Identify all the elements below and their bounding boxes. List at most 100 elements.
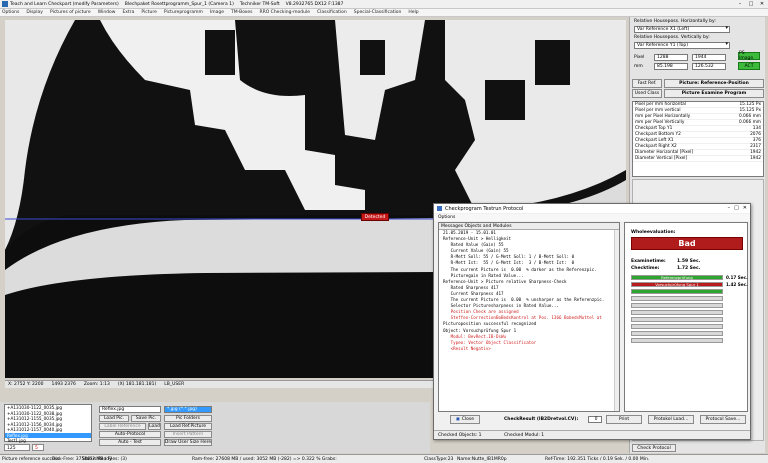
menu-item[interactable]: RRO Checking-module xyxy=(259,10,310,15)
maximize-icon[interactable]: □ xyxy=(747,1,755,7)
close-icon[interactable]: ✕ xyxy=(758,1,766,7)
property-key: mm per Pixel Vertically xyxy=(635,120,685,125)
module-time: 0.17 Sec. xyxy=(726,274,748,280)
check-result-value: 0 xyxy=(588,416,602,423)
close-button[interactable]: ◼ Close xyxy=(450,415,480,424)
print-button[interactable]: Print xyxy=(606,415,642,424)
label-reference-button[interactable]: Label Reference xyxy=(99,423,146,430)
dialog-status: Checked Objects: 1 Checked Modul: 1 xyxy=(434,430,750,439)
log-scrollbar[interactable] xyxy=(614,230,619,411)
message-log[interactable]: Messages Objects and Modules 21.05.2019 … xyxy=(438,222,620,412)
menu-item[interactable]: Options xyxy=(2,10,19,15)
vertical-ref-select[interactable]: Var Reference Y1 (Top) xyxy=(634,42,730,49)
load-ref-picture-button[interactable]: Load Ref.Picture xyxy=(164,423,212,430)
status-ready: Status:Ready xyxy=(82,456,112,462)
protocol-load-button[interactable]: Protokol Load... xyxy=(648,415,694,424)
title-segment: Teach and Learn Checkpart (modify Parame… xyxy=(10,1,119,7)
file-index: 5 xyxy=(32,444,44,451)
protocol-save-button[interactable]: Protocol Save... xyxy=(700,415,746,424)
close-button-label: Close xyxy=(461,417,474,422)
checked-modules: Checked Modul: 1 xyxy=(504,432,545,438)
image-coords: X: 2752 Y: 2200 xyxy=(8,382,44,387)
property-value: 134 xyxy=(752,126,761,131)
property-key: Checkpart Right X2 xyxy=(635,144,677,149)
y2-field[interactable]: 126.532 xyxy=(692,63,726,70)
module-bar xyxy=(631,289,723,294)
checked-objects: Checked Objects: 1 xyxy=(438,432,482,438)
menu-item[interactable]: Display xyxy=(26,10,43,15)
module-bar xyxy=(631,331,723,336)
menu-item[interactable]: Picture xyxy=(141,10,156,15)
menu-item[interactable]: Classification xyxy=(317,10,347,15)
x1-field[interactable]: 1288 xyxy=(654,54,688,61)
menu-item[interactable]: Window xyxy=(98,10,116,15)
property-key: Checkpart Top Y1 xyxy=(635,126,673,131)
close-icon[interactable]: ✕ xyxy=(743,205,747,211)
menu-item[interactable]: TM-Boxes xyxy=(231,10,252,15)
draw-user-size-button[interactable]: Draw User Size Here xyxy=(164,439,212,446)
file-count: 125 xyxy=(4,444,30,451)
dialog-menu-options[interactable]: Options xyxy=(434,214,750,221)
image-zoom: Zoom: 1:13 xyxy=(83,382,110,387)
insert-pattern-button[interactable]: Insert Pattern xyxy=(164,431,212,438)
property-key: Pixel per mm vertical xyxy=(635,108,681,113)
auto-test-button[interactable]: Auto - Test xyxy=(99,439,161,446)
pic-folders-button[interactable]: Pic Folders xyxy=(164,415,212,422)
property-value: 0.066 mm xyxy=(738,120,761,125)
file-filter-select[interactable]: *.jpg (*.*.jpg) xyxy=(164,406,212,413)
ps-image-button[interactable]: PS Image xyxy=(738,51,760,61)
title-segment: V8.2932765 DX12 F:1387 xyxy=(285,1,344,7)
picture-reference-button[interactable]: Picture: Reference-Position xyxy=(664,79,764,88)
load-pic-button[interactable]: Load Pic. xyxy=(99,415,129,422)
act-button[interactable]: ACT xyxy=(738,62,760,70)
y1-field[interactable]: 85.198 xyxy=(654,63,688,70)
property-row: Diameter Vertical [Pixel] 1942 xyxy=(633,156,763,162)
minimize-icon[interactable]: – xyxy=(736,1,744,7)
module-time: 1.42 Sec. xyxy=(726,281,748,287)
menu-item[interactable]: Extra xyxy=(122,10,134,15)
memory-status: Ram-free: 27608 MB / used: 3052 MB (-282… xyxy=(192,456,337,462)
property-key: Checkpart Left X1 xyxy=(635,138,674,143)
x2-field[interactable]: 1944 xyxy=(692,54,726,61)
property-key: Pixel per mm horizontal xyxy=(635,102,686,107)
menu-item[interactable]: Help xyxy=(408,10,418,15)
module-bar xyxy=(631,338,723,343)
module-bar xyxy=(631,317,723,322)
save-pic-button[interactable]: Save Pic. xyxy=(131,415,161,422)
property-key: Diameter Vertical [Pixel] xyxy=(635,156,688,161)
property-value: 2076 xyxy=(750,132,761,137)
picture-examine-button[interactable]: Picture Examine Program xyxy=(664,89,764,98)
menu-item[interactable]: Image xyxy=(210,10,224,15)
log-line: The current Picture is 0.00 % darker as … xyxy=(443,266,597,272)
fast-ref-button[interactable]: Fast Ref. xyxy=(632,79,662,88)
mm-label: mm xyxy=(634,64,643,69)
property-key: Diameter Horizontal [Pixel] xyxy=(635,150,694,155)
module-bar xyxy=(631,296,723,301)
examine-time-value: 1.59 Sec. xyxy=(677,259,701,264)
current-file-field[interactable]: Reflex.jpg xyxy=(99,406,161,413)
file-list[interactable]: +A131030-1122_0035.jpg +A131030-1122_003… xyxy=(4,404,92,444)
auto-protocol-button[interactable]: Auto-Protocol xyxy=(99,431,161,438)
app-icon xyxy=(2,1,8,7)
module-bar: Vorsuchprüfung Spur 1 xyxy=(631,282,723,287)
check-time-value: 1.72 Sec. xyxy=(677,266,701,271)
evaluation-title: Wholeevaluation: xyxy=(631,230,676,235)
horizontal-ref-select[interactable]: Var Reference X1 (Left) xyxy=(634,26,730,33)
testrun-protocol-dialog: Checkprogram Testrun Protocol – □ ✕ Opti… xyxy=(433,203,751,440)
used-class-button[interactable]: Used Class xyxy=(632,89,662,98)
list-item[interactable]: Test1.jpg xyxy=(5,438,91,444)
dialog-icon xyxy=(437,206,442,211)
check-protocol-button[interactable]: Check Protocol xyxy=(632,444,676,452)
class-type: ClassType:23 xyxy=(424,456,454,462)
minimize-icon[interactable]: – xyxy=(728,205,731,211)
menu-item[interactable]: Pictures of picture xyxy=(50,10,91,15)
log-header: Messages Objects and Modules xyxy=(439,223,619,230)
menu-item[interactable]: Special-Classification xyxy=(354,10,402,15)
detected-object-tag[interactable]: Detected xyxy=(361,213,389,221)
ref-time: Ref-Time: 192.351 Ticks / 0.19 Sek. / 0.… xyxy=(545,456,650,462)
module-bar xyxy=(631,310,723,315)
load-button[interactable]: Load xyxy=(148,423,161,430)
maximize-icon[interactable]: □ xyxy=(734,205,739,211)
module-bar: Referenzprüfung xyxy=(631,275,723,280)
menu-item[interactable]: Pictureprogramm xyxy=(164,10,203,15)
